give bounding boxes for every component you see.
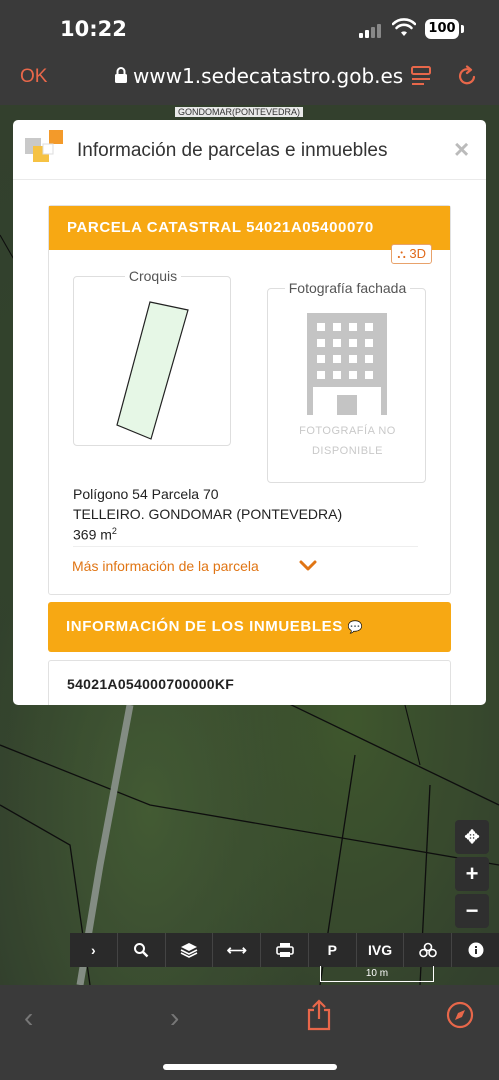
print-icon[interactable] <box>261 933 309 967</box>
croquis-label: Croquis <box>124 268 182 284</box>
parcel-address: TELLEIRO. GONDOMAR (PONTEVEDRA) <box>73 506 343 522</box>
parcel-location: Polígono 54 Parcela 70 <box>73 486 219 502</box>
forward-icon[interactable]: › <box>170 1002 179 1034</box>
chevron-down-icon[interactable] <box>299 559 317 573</box>
parcel-header: PARCELA CATASTRAL 54021A05400070 <box>49 206 450 250</box>
status-time: 10:22 <box>60 17 127 41</box>
address-bar-url[interactable]: www1.sedecatastro.gob.es <box>133 64 403 88</box>
3d-label: 3D <box>409 246 426 261</box>
parcel-info-dialog: Información de parcelas e inmuebles × PA… <box>13 120 486 705</box>
3d-icon[interactable] <box>404 933 453 967</box>
facade-photo-label: Fotografía fachada <box>284 280 411 296</box>
home-indicator <box>163 1064 337 1070</box>
search-icon[interactable] <box>118 933 166 967</box>
measure-icon[interactable]: ⟷ <box>213 933 262 967</box>
dialog-title: Información de parcelas e inmuebles <box>77 140 388 161</box>
lock-icon <box>115 67 127 83</box>
3d-view-button[interactable]: ⛬ 3D <box>391 244 432 264</box>
page-menu-icon[interactable] <box>410 65 432 87</box>
info-icon[interactable] <box>452 933 499 967</box>
zoom-out-button[interactable]: − <box>455 894 489 928</box>
layers-icon[interactable] <box>166 933 214 967</box>
compass-icon[interactable] <box>446 1001 474 1029</box>
croquis-sketch[interactable]: Croquis <box>73 268 231 446</box>
parcel-card: PARCELA CATASTRAL 54021A05400070 ⛬ 3D Cr… <box>48 205 451 595</box>
divider <box>73 546 418 547</box>
reload-icon[interactable] <box>456 65 478 87</box>
map-scale-bar: 10 m <box>320 966 434 982</box>
close-icon[interactable]: × <box>454 134 469 165</box>
map-toolbar: › ⟷ P IVG <box>70 933 499 967</box>
browser-bottom-bar: ‹ › <box>0 985 499 1080</box>
ivg-button[interactable]: IVG <box>357 933 405 967</box>
dialog-header: Información de parcelas e inmuebles × <box>13 120 486 180</box>
photo-unavailable-text: FOTOGRAFÍA NO DISPONIBLE <box>299 425 396 457</box>
more-parcel-info-link[interactable]: Más información de la parcela <box>72 558 259 574</box>
chat-bubble-icon: 💬 <box>347 620 364 634</box>
cellular-signal-icon <box>359 22 385 38</box>
inmueble-reference: 54021A054000700000KF <box>67 676 235 692</box>
pan-icon[interactable]: ✥ <box>455 820 489 854</box>
facade-photo: Fotografía fachada FOTOGRAFÍA NO DISPONI… <box>267 280 426 483</box>
parcel-shape <box>116 301 189 440</box>
inmueble-item[interactable]: 54021A054000700000KF <box>48 660 451 705</box>
wifi-icon <box>392 18 416 36</box>
parking-icon[interactable]: P <box>309 933 357 967</box>
inmuebles-header: INFORMACIÓN DE LOS INMUEBLES 💬 <box>48 602 451 652</box>
browser-top-bar: 10:22 100 OK www1.sedecatastro.gob.es <box>0 0 499 105</box>
share-icon[interactable] <box>305 999 333 1031</box>
ok-button[interactable]: OK <box>20 66 47 88</box>
map-place-label: GONDOMAR(PONTEVEDRA) <box>175 107 304 117</box>
expand-toolbar-icon[interactable]: › <box>70 933 118 967</box>
zoom-in-button[interactable]: + <box>455 857 489 891</box>
battery-indicator: 100 <box>425 19 459 39</box>
3d-icon: ⛬ <box>397 247 406 261</box>
parcel-area: 369 m2 <box>73 526 117 543</box>
back-icon[interactable]: ‹ <box>24 1002 33 1034</box>
battery-nub <box>461 25 464 33</box>
catastro-logo-icon <box>25 130 63 162</box>
building-icon <box>307 313 387 415</box>
